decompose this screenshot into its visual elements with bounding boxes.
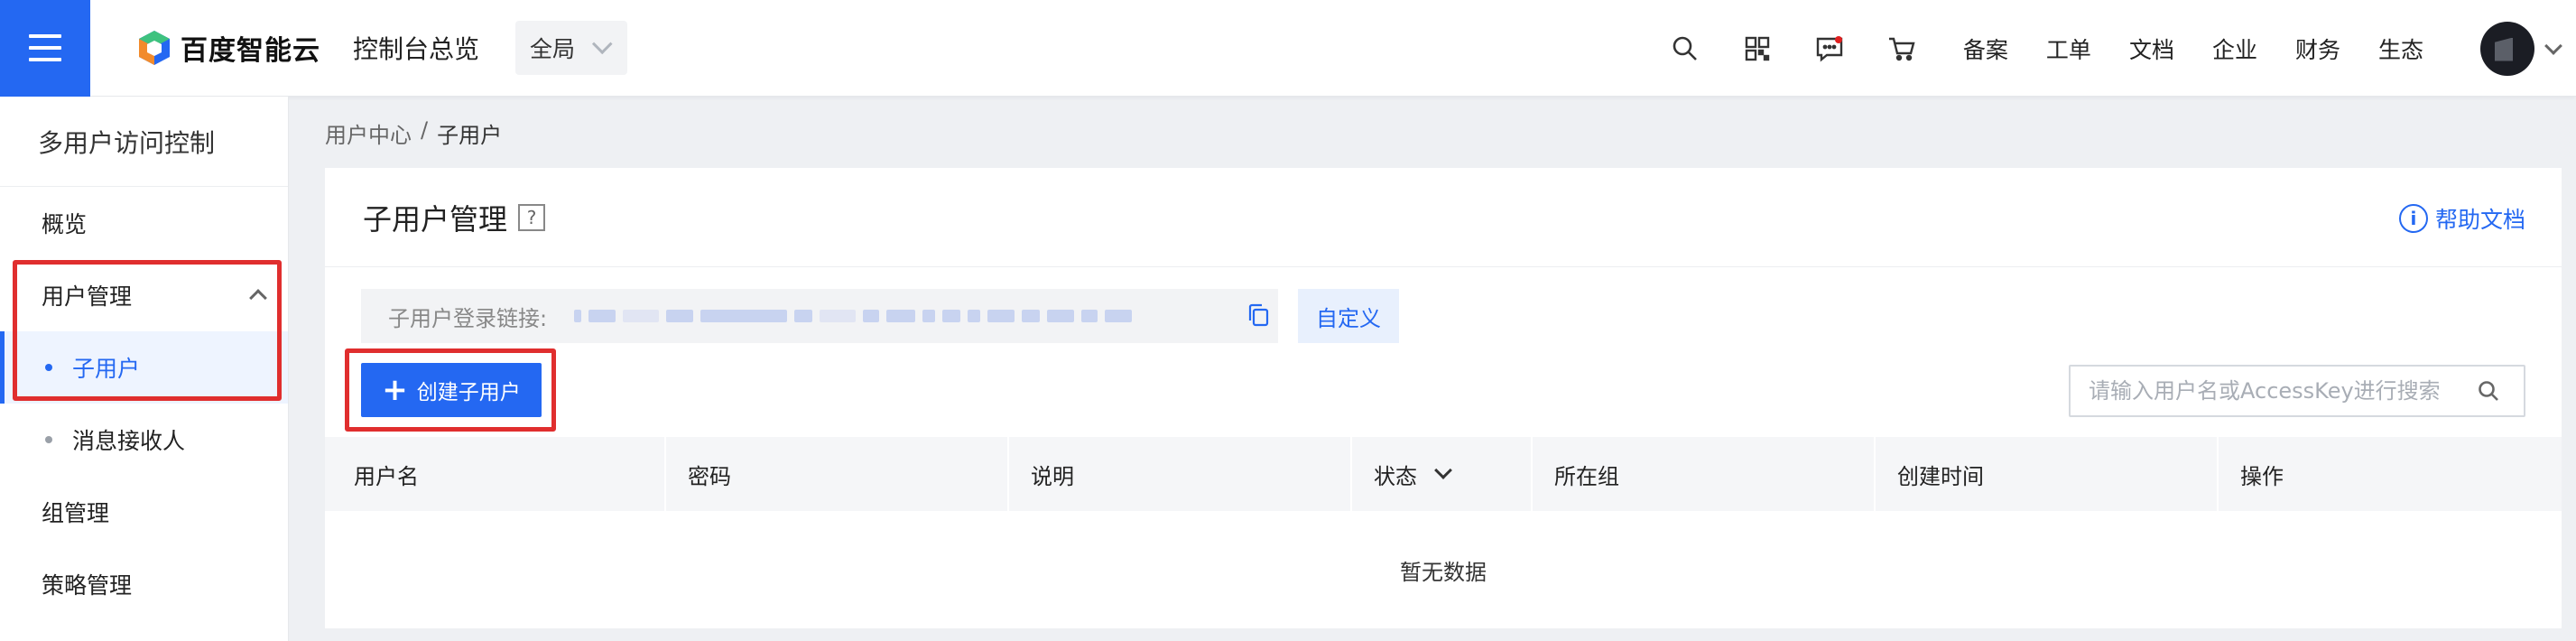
baidu-cloud-logo-icon [139, 31, 170, 65]
table-header: 用户名 密码 说明 状态 所在组 创建时间 操作 [325, 437, 2562, 511]
menu-icon[interactable] [0, 0, 90, 97]
page-title: 子用户管理 [363, 201, 508, 237]
help-doc-label: 帮助文档 [2434, 207, 2525, 233]
column-header: 所在组 [1554, 463, 1619, 489]
column-header: 密码 [688, 463, 731, 489]
chevron-down-icon [591, 33, 613, 55]
message-icon[interactable] [1793, 0, 1866, 97]
column-header: 用户名 [354, 463, 419, 489]
login-link-label: 子用户登录链接: [388, 305, 548, 331]
region-select[interactable]: 全局 [515, 21, 628, 75]
sidebar-item-sub-user[interactable]: 子用户 [0, 331, 288, 404]
create-sub-user-button[interactable]: + 创建子用户 [361, 363, 542, 417]
sidebar-item-user-management[interactable]: 用户管理 [0, 259, 288, 331]
sidebar-item-label: 概览 [42, 211, 88, 237]
bullet-icon [45, 436, 52, 443]
help-doc-link[interactable]: i 帮助文档 [2398, 202, 2525, 235]
chevron-up-icon [249, 289, 267, 307]
console-overview-link[interactable]: 控制台总览 [353, 30, 479, 66]
sidebar-item-policy-management[interactable]: 策略管理 [0, 548, 288, 620]
filter-chevron-icon[interactable] [1434, 461, 1452, 479]
user-menu[interactable] [2480, 21, 2562, 76]
login-link-field: 子用户登录链接: [361, 289, 1278, 343]
chevron-down-icon [2544, 36, 2562, 55]
bullet-icon [45, 364, 52, 371]
sidebar-item-label: 消息接收人 [72, 428, 186, 454]
breadcrumb-parent[interactable]: 用户中心 [325, 117, 412, 149]
sidebar-item-label: 子用户 [72, 356, 141, 382]
search-icon[interactable] [2477, 379, 2500, 403]
breadcrumb: 用户中心 / 子用户 [325, 117, 502, 149]
card-header: 子用户管理 ? i 帮助文档 [325, 168, 2562, 267]
sidebar-item-group-management[interactable]: 组管理 [0, 476, 288, 548]
sidebar-title: 多用户访问控制 [0, 97, 288, 187]
column-header: 说明 [1031, 463, 1074, 489]
sidebar-item-overview[interactable]: 概览 [0, 187, 288, 259]
search-icon[interactable] [1649, 0, 1721, 97]
search-field[interactable] [2069, 365, 2525, 417]
search-input[interactable] [2089, 378, 2477, 404]
nav-docs[interactable]: 文档 [2129, 33, 2174, 65]
sidebar-item-label: 策略管理 [42, 572, 133, 599]
customize-button[interactable]: 自定义 [1298, 289, 1399, 343]
nav-finance[interactable]: 财务 [2295, 33, 2340, 65]
nav-ticket[interactable]: 工单 [2046, 33, 2091, 65]
copy-icon[interactable] [1247, 303, 1269, 327]
breadcrumb-current: 子用户 [437, 123, 503, 148]
sidebar-item-message-receiver[interactable]: 消息接收人 [0, 404, 288, 476]
notification-dot [1834, 36, 1842, 43]
column-header: 操作 [2240, 463, 2284, 489]
create-button-label: 创建子用户 [416, 381, 521, 404]
top-bar: 百度智能云 控制台总览 全局 备案 工单 文档 企业 财务 生态 [0, 0, 2576, 97]
nav-enterprise[interactable]: 企业 [2212, 33, 2257, 65]
brand-name: 百度智能云 [181, 35, 320, 67]
sidebar-item-label: 用户管理 [42, 283, 133, 310]
empty-state: 暂无数据 [1400, 559, 1487, 585]
cart-icon[interactable] [1866, 0, 1938, 97]
help-icon[interactable]: ? [518, 203, 546, 231]
nav-beian[interactable]: 备案 [1963, 33, 2008, 65]
region-value: 全局 [530, 36, 576, 62]
nav-ecosystem[interactable]: 生态 [2378, 33, 2423, 65]
status-column-header[interactable]: 状态 [1345, 437, 1452, 511]
info-icon: i [2398, 204, 2428, 233]
avatar [2480, 21, 2534, 76]
qrcode-icon[interactable] [1721, 0, 1793, 97]
plus-icon: + [382, 372, 408, 408]
sub-user-card: 子用户管理 ? i 帮助文档 子用户登录链接: 自定义 + 创建子用户 用户名 … [325, 168, 2562, 628]
login-link-url [574, 310, 1133, 322]
sidebar-item-label: 组管理 [42, 500, 110, 526]
breadcrumb-separator: / [421, 117, 429, 143]
sidebar: 多用户访问控制 概览 用户管理 子用户 消息接收人 组管理 策略管理 [0, 97, 289, 641]
brand-logo[interactable]: 百度智能云 [135, 28, 320, 68]
column-header: 创建时间 [1897, 463, 1984, 489]
